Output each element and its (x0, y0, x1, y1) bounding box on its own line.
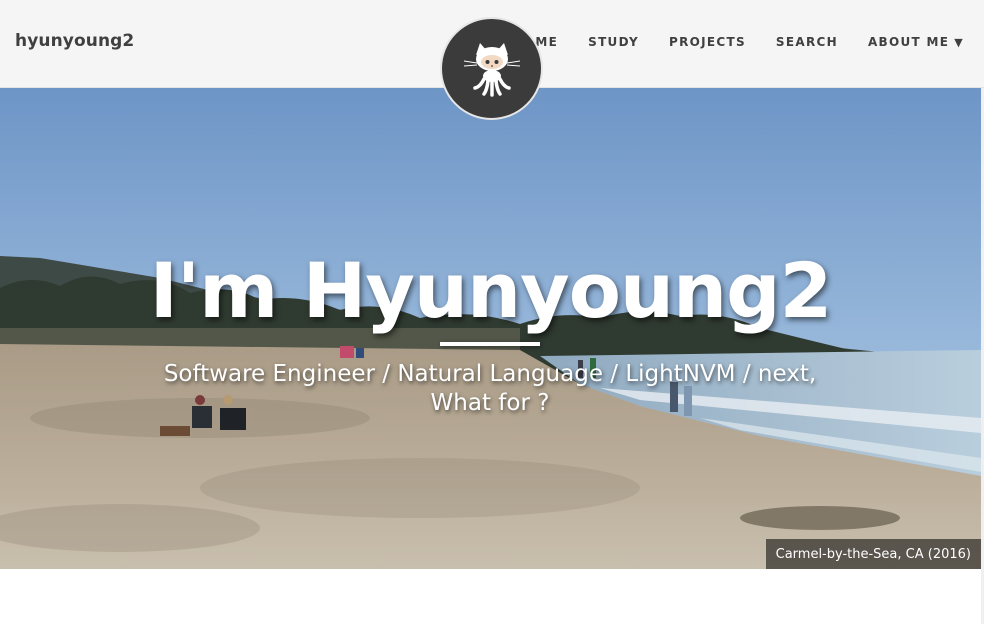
hero-banner: I'm Hyunyoung2 Software Engineer / Natur… (0, 88, 981, 569)
hero-subtitle-line: Software Engineer / Natural Language / L… (163, 361, 817, 387)
github-octocat-icon (463, 42, 520, 97)
photo-caption: Carmel-by-the-Sea, CA (2016) (765, 539, 981, 569)
nav-item-label: PROJECTS (668, 35, 746, 49)
nav-item-projects[interactable]: PROJECTS (669, 35, 746, 49)
nav-item-label: STUDY (588, 35, 639, 49)
nav-item-label: SEARCH (775, 35, 838, 49)
nav-item-study[interactable]: STUDY (588, 35, 639, 49)
caret-down-icon: ▼ (954, 35, 964, 49)
hero-subtitle-line: What for ? (430, 390, 550, 416)
nav-item-about-me[interactable]: ABOUT ME ▼ (868, 35, 964, 49)
nav-item-label: ABOUT ME (867, 35, 950, 49)
brand-link[interactable]: hyunyoung2 (15, 31, 134, 51)
avatar[interactable] (440, 17, 543, 120)
nav-item-search[interactable]: SEARCH (776, 35, 838, 49)
hero-title: I'm Hyunyoung2 (149, 246, 833, 335)
hero-subtitle: Software Engineer / Natural Language / L… (110, 360, 870, 418)
main-nav: HOME STUDY PROJECTS SEARCH ABOUT ME▼ (483, 35, 964, 49)
hero-divider (440, 342, 540, 346)
